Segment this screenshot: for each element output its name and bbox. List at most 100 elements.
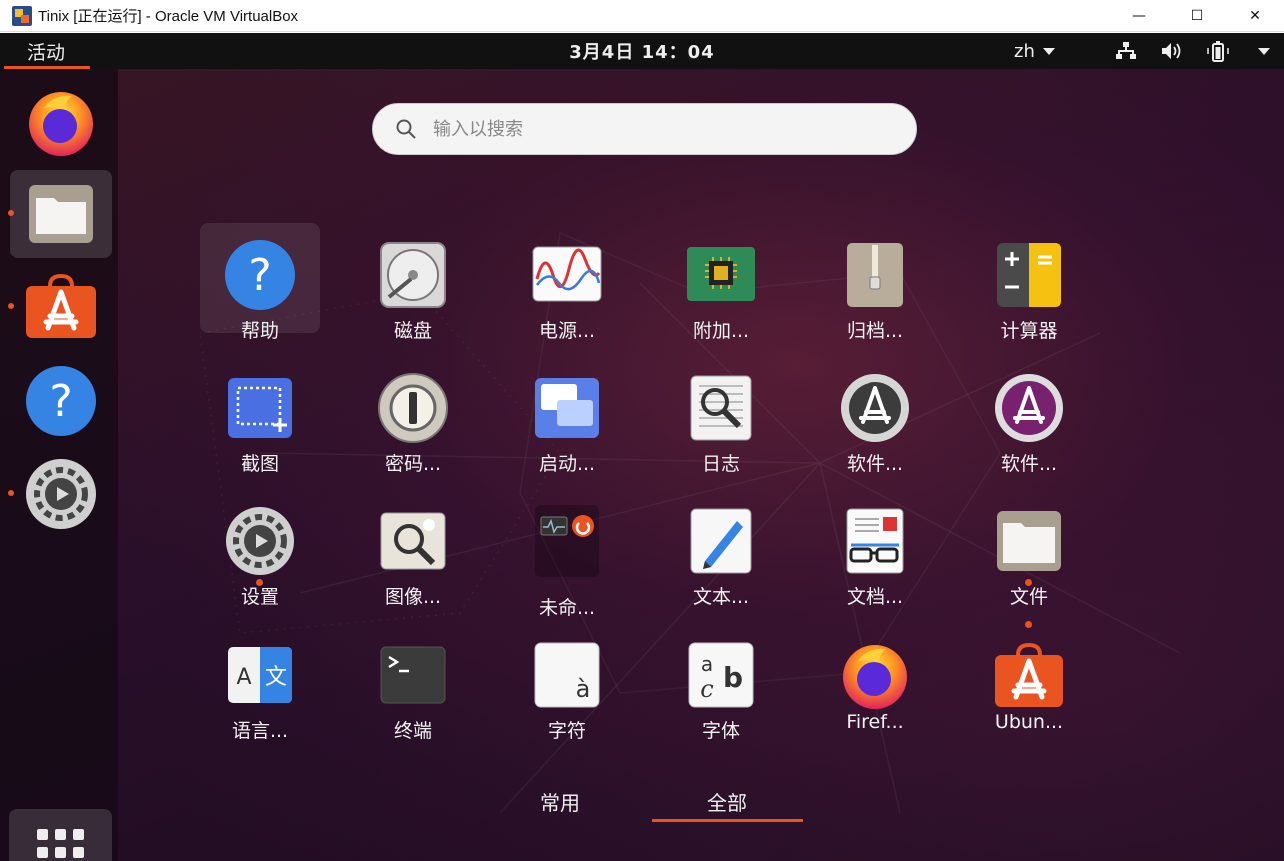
app-calculator[interactable]: 计算器	[969, 223, 1089, 342]
search-bar[interactable]	[372, 103, 917, 155]
unnamed-folder-icon	[535, 505, 599, 577]
dock-item-settings[interactable]	[8, 450, 112, 538]
app-help[interactable]: ? 帮助	[200, 223, 320, 342]
text-editor-icon	[690, 508, 752, 574]
battery-icon	[1206, 39, 1230, 63]
app-label: 归档...	[846, 320, 904, 342]
logs-icon	[690, 375, 752, 441]
app-label: 文档...	[846, 586, 904, 608]
maximize-button[interactable]: ☐	[1168, 0, 1226, 32]
app-terminal[interactable]: 终端	[353, 623, 473, 742]
app-label: 设置	[240, 586, 279, 608]
svg-text:à: à	[576, 675, 591, 703]
svg-text:c: c	[700, 675, 713, 703]
window-titlebar: Tinix [正在运行] - Oracle VM VirtualBox — ☐ …	[0, 0, 1284, 32]
app-settings[interactable]: 设置	[200, 489, 320, 608]
passwords-keys-icon	[378, 373, 448, 443]
settings-icon	[26, 459, 96, 529]
dock-item-firefox[interactable]	[10, 77, 112, 165]
app-label: 字符	[547, 720, 586, 742]
app-files[interactable]: 文件	[969, 489, 1089, 608]
app-power-statistics[interactable]: 电源...	[507, 223, 627, 342]
app-label: 终端	[393, 720, 432, 742]
svg-text:?: ?	[49, 376, 72, 427]
app-disks[interactable]: 磁盘	[353, 223, 473, 342]
app-label: 磁盘	[393, 320, 432, 342]
grid-dot	[73, 828, 84, 840]
app-label: 密码...	[384, 453, 442, 475]
grid-dot	[37, 828, 48, 840]
window-controls: — ☐ ✕	[1110, 0, 1284, 32]
power-statistics-icon	[532, 246, 602, 302]
app-label: 未命...	[538, 597, 596, 619]
tab-label: 常用	[540, 790, 580, 815]
terminal-icon	[380, 646, 446, 704]
app-passwords-keys[interactable]: 密码...	[353, 356, 473, 475]
app-software-properties[interactable]: 软件...	[969, 356, 1089, 475]
app-fonts[interactable]: acb 字体	[661, 623, 781, 742]
tab-all[interactable]: 全部	[667, 783, 787, 819]
clock[interactable]: 3月4日 14：04	[0, 33, 1284, 69]
svg-text:文: 文	[265, 665, 287, 690]
firefox-icon	[29, 92, 93, 156]
language-support-icon: A文	[228, 647, 292, 703]
app-screenshot[interactable]: 截图	[200, 356, 320, 475]
app-label: 文本...	[692, 586, 750, 608]
dock-item-help[interactable]: ?	[10, 357, 112, 445]
app-startup-applications[interactable]: 启动...	[507, 356, 627, 475]
app-label: 计算器	[1000, 320, 1058, 342]
app-additional-drivers[interactable]: 附加...	[661, 223, 781, 342]
svg-text:?: ?	[248, 250, 271, 301]
app-view-tabs: 常用 全部	[0, 783, 1284, 823]
selected-tab-indicator	[652, 819, 803, 822]
svg-text:a: a	[701, 652, 713, 676]
app-language-support[interactable]: A文 语言...	[200, 623, 320, 742]
close-button[interactable]: ✕	[1226, 0, 1284, 32]
volume-icon	[1160, 39, 1184, 63]
network-icon	[1114, 39, 1138, 63]
ubuntu-software-icon	[26, 273, 96, 338]
svg-text:b: b	[723, 661, 743, 694]
app-document-viewer[interactable]: 文档...	[815, 489, 935, 608]
app-label: 启动...	[538, 453, 596, 475]
app-firefox[interactable]: Firef...	[815, 623, 935, 733]
app-label: 文件	[1009, 586, 1048, 608]
app-label: 语言...	[231, 720, 289, 742]
software-properties-icon	[995, 374, 1063, 442]
grid-dot	[37, 846, 48, 858]
startup-apps-icon	[535, 378, 599, 438]
minimize-button[interactable]: —	[1110, 0, 1168, 32]
dock-item-files[interactable]	[8, 170, 112, 258]
running-indicator	[8, 210, 14, 216]
firefox-icon	[843, 645, 907, 709]
document-viewer-icon	[846, 508, 904, 574]
system-tray[interactable]	[1114, 33, 1276, 69]
additional-drivers-icon	[687, 247, 755, 301]
app-label: Firef...	[846, 711, 904, 733]
app-label: 软件...	[1000, 453, 1058, 475]
app-unnamed-folder[interactable]: 未命...	[507, 489, 627, 619]
input-method-menu[interactable]: zh	[1014, 33, 1055, 69]
app-label: 日志	[701, 453, 740, 475]
app-image-viewer[interactable]: 图像...	[353, 489, 473, 608]
archive-manager-icon	[847, 243, 903, 307]
app-characters[interactable]: à 字符	[507, 623, 627, 742]
app-ubuntu-software[interactable]: Ubun...	[969, 621, 1089, 733]
screenshot-icon	[228, 378, 292, 438]
image-viewer-icon	[380, 512, 446, 570]
chevron-down-icon	[1252, 39, 1276, 63]
help-icon: ?	[26, 366, 96, 436]
app-text-editor[interactable]: 文本...	[661, 489, 781, 608]
app-label: 帮助	[240, 320, 279, 342]
search-input[interactable]	[433, 118, 873, 140]
app-logs[interactable]: 日志	[661, 356, 781, 475]
files-icon	[29, 185, 93, 243]
grid-dot	[55, 828, 66, 840]
tab-frequent[interactable]: 常用	[500, 783, 620, 819]
app-software-updater[interactable]: 软件...	[815, 356, 935, 475]
svg-text:A: A	[236, 665, 251, 690]
dock-item-ubuntu-software[interactable]	[8, 263, 112, 351]
help-icon: ?	[225, 240, 295, 310]
app-archive-manager[interactable]: 归档...	[815, 223, 935, 342]
clock-text: 3月4日 14：04	[569, 42, 715, 63]
